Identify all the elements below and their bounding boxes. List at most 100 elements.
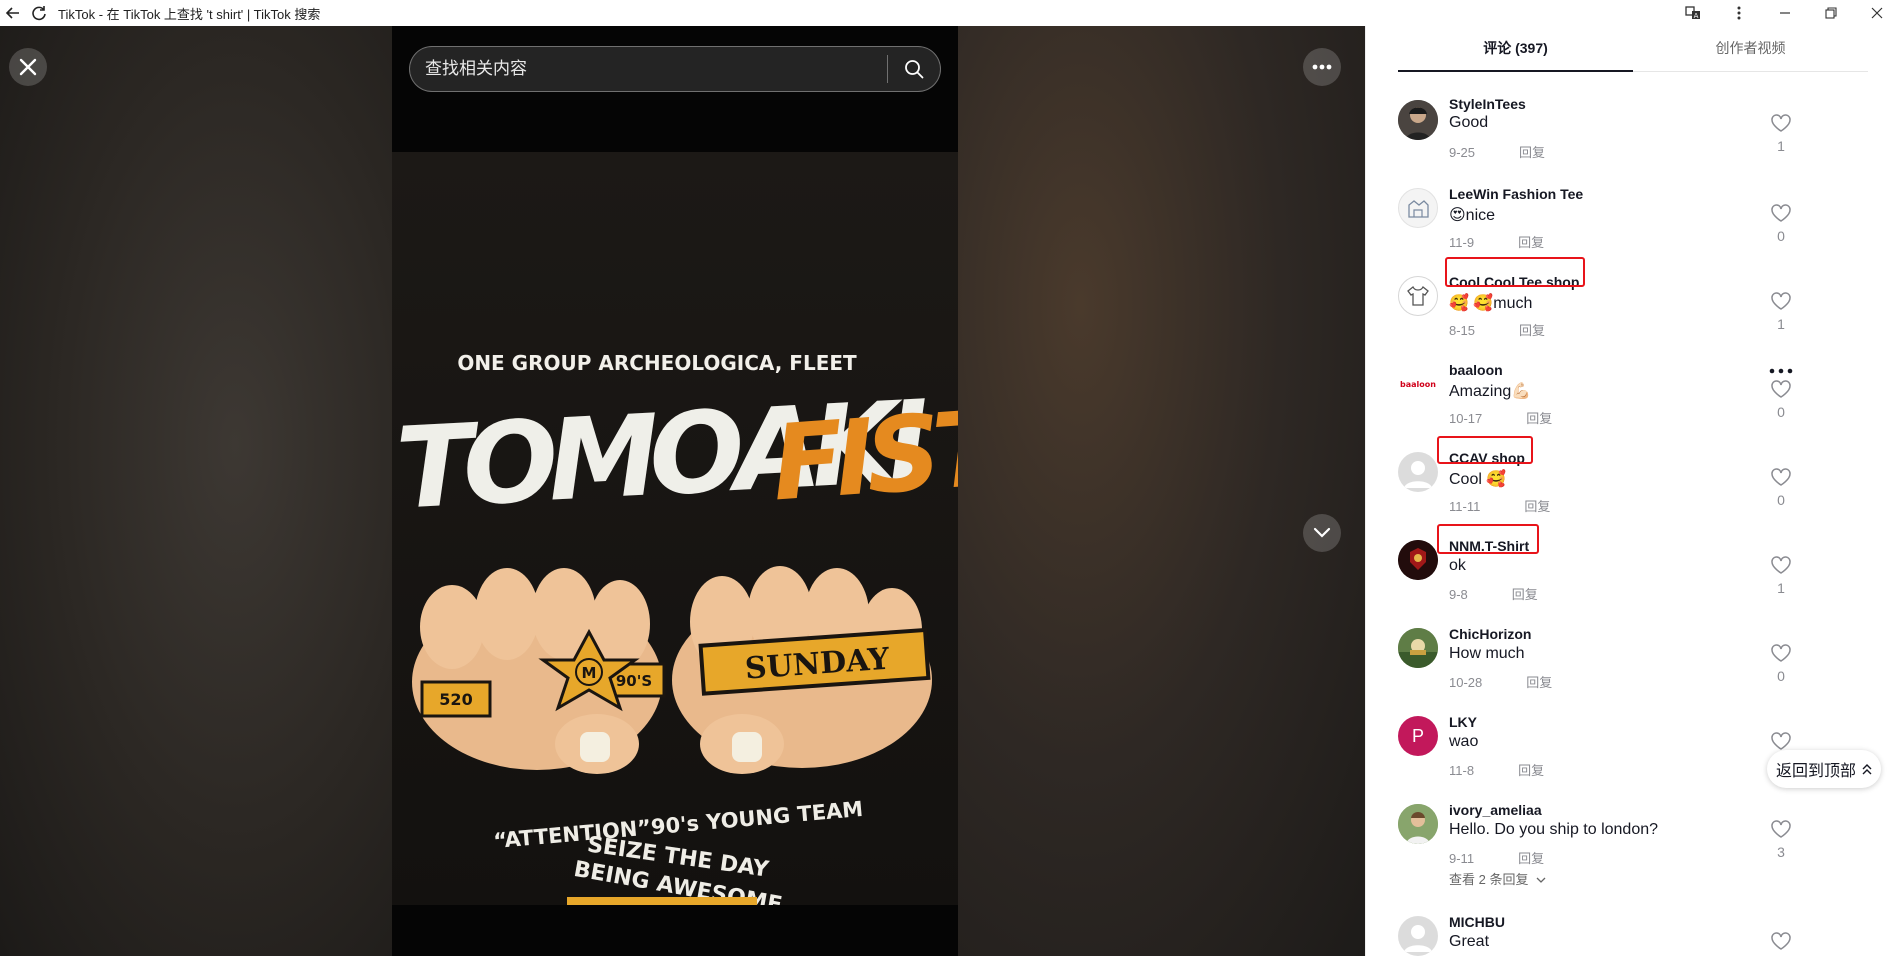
comment-date: 9-11 xyxy=(1449,851,1475,866)
heart-icon[interactable] xyxy=(1768,204,1794,224)
comment-date: 8-15 xyxy=(1449,323,1476,338)
heart-icon[interactable] xyxy=(1768,114,1794,134)
avatar[interactable]: baaloon xyxy=(1398,364,1438,404)
reply-button[interactable]: 回复 xyxy=(1526,411,1552,426)
comment-text: Great xyxy=(1449,933,1490,950)
more-dots-icon xyxy=(1312,64,1332,70)
avatar[interactable] xyxy=(1398,188,1438,228)
reply-button[interactable]: 回复 xyxy=(1518,851,1544,866)
comments-panel: 评论 (397) 创作者视频 StyleInTees Good 9-25 回复 1… xyxy=(1365,26,1900,956)
like-count: 3 xyxy=(1777,844,1785,860)
avatar[interactable] xyxy=(1398,276,1438,316)
comment-item: NNM.T-Shirt ok 9-8 回复 1 xyxy=(1366,524,1900,626)
comment-date: 9-25 xyxy=(1449,145,1476,160)
heart-icon[interactable] xyxy=(1768,732,1794,752)
comment-text: 😍nice xyxy=(1449,207,1496,224)
search-bar xyxy=(409,46,941,92)
left-fist-graphic: 520 90'S M xyxy=(412,568,666,774)
comment-date: 9-8 xyxy=(1449,587,1468,602)
menu-dots-icon[interactable] xyxy=(1716,0,1762,26)
comment-meta: 10-28 回复 xyxy=(1449,672,1552,691)
comment-username[interactable]: ivory_ameliaa xyxy=(1449,802,1542,818)
avatar[interactable] xyxy=(1398,540,1438,580)
comment-username[interactable]: LKY xyxy=(1449,714,1477,730)
search-input[interactable] xyxy=(410,47,887,91)
comment-username[interactable]: ChicHorizon xyxy=(1449,626,1531,642)
comment-item: StyleInTees Good 9-25 回复 1 xyxy=(1366,96,1900,186)
comment-item: ChicHorizon How much 10-28 回复 0 xyxy=(1366,626,1900,714)
window-title: TikTok - 在 TikTok 上查找 't shirt' | TikTok… xyxy=(58,6,321,22)
comment-date: 11-9 xyxy=(1449,235,1475,250)
close-icon xyxy=(19,58,37,76)
video-player[interactable]: ONE GROUP ARCHEOLOGICA, FLEET TOMOAKI FI… xyxy=(392,152,958,905)
comment-meta: 11-11 回复 xyxy=(1449,496,1550,515)
reply-button[interactable]: 回复 xyxy=(1519,323,1545,338)
view-replies-button[interactable]: 查看 2 条回复 xyxy=(1449,869,1546,888)
view-replies-label: 查看 2 条回复 xyxy=(1449,872,1529,887)
comment-text: 🥰 🥰much xyxy=(1449,295,1533,312)
avatar[interactable] xyxy=(1398,100,1438,140)
reply-button[interactable]: 回复 xyxy=(1524,499,1550,514)
comment-text: Good xyxy=(1449,114,1489,131)
comment-text: How much xyxy=(1449,645,1525,662)
comment-item: ivory_ameliaa Hello. Do you ship to lond… xyxy=(1366,802,1900,912)
tab-comments[interactable]: 评论 (397) xyxy=(1398,26,1633,72)
like-count: 1 xyxy=(1777,138,1785,154)
avatar[interactable] xyxy=(1398,916,1438,956)
avatar[interactable]: P xyxy=(1398,716,1438,756)
heart-icon[interactable] xyxy=(1768,468,1794,488)
comment-more-icon[interactable] xyxy=(1767,364,1795,378)
ring-520: 520 xyxy=(439,690,472,709)
restore-icon[interactable] xyxy=(1808,0,1854,26)
minimize-icon[interactable] xyxy=(1762,0,1808,26)
like-count: 1 xyxy=(1777,580,1785,596)
svg-text:A: A xyxy=(1694,12,1699,20)
heart-icon[interactable] xyxy=(1768,292,1794,312)
back-to-top-button[interactable]: 返回到顶部 xyxy=(1767,750,1881,788)
ring-90s: 90'S xyxy=(616,672,652,690)
comment-meta: 9-25 回复 xyxy=(1449,142,1545,161)
heart-icon[interactable] xyxy=(1768,932,1794,952)
right-fist-graphic: SUNDAY xyxy=(672,566,932,774)
more-options-button[interactable] xyxy=(1303,48,1341,86)
avatar-letter: P xyxy=(1411,725,1424,746)
comment-username[interactable]: baaloon xyxy=(1449,362,1503,378)
comment-list[interactable]: StyleInTees Good 9-25 回复 1 LeeWin Fashion… xyxy=(1366,72,1900,956)
like-count: 0 xyxy=(1777,228,1785,244)
comment-meta: 10-17 回复 xyxy=(1449,408,1552,427)
avatar[interactable] xyxy=(1398,804,1438,844)
heart-icon[interactable] xyxy=(1768,644,1794,664)
comment-text: Amazing💪🏻 xyxy=(1449,383,1532,400)
tab-creator-videos[interactable]: 创作者视频 xyxy=(1633,26,1868,71)
reload-icon[interactable] xyxy=(26,0,52,26)
comment-username[interactable]: MICHBU xyxy=(1449,914,1505,930)
reply-button[interactable]: 回复 xyxy=(1518,235,1544,250)
reply-button[interactable]: 回复 xyxy=(1512,587,1538,602)
comment-username[interactable]: LeeWin Fashion Tee xyxy=(1449,186,1583,202)
reply-button[interactable]: 回复 xyxy=(1519,145,1545,160)
reply-button[interactable]: 回复 xyxy=(1526,675,1552,690)
back-to-top-label: 返回到顶部 xyxy=(1775,763,1856,780)
comment-text: Cool 🥰 xyxy=(1449,471,1507,488)
comment-meta: 11-8 回复 xyxy=(1449,760,1544,779)
comment-meta: 11-9 回复 xyxy=(1449,232,1544,251)
close-video-button[interactable] xyxy=(9,48,47,86)
search-icon[interactable] xyxy=(888,47,940,91)
back-arrow-icon[interactable] xyxy=(0,0,26,26)
video-stage: ONE GROUP ARCHEOLOGICA, FLEET TOMOAKI FI… xyxy=(0,26,1365,956)
next-video-button[interactable] xyxy=(1303,514,1341,552)
translate-icon[interactable]: A xyxy=(1670,0,1716,26)
avatar[interactable] xyxy=(1398,628,1438,668)
close-window-icon[interactable] xyxy=(1854,0,1900,26)
shirt-word-fist: FIST xyxy=(768,386,958,524)
heart-icon[interactable] xyxy=(1768,380,1794,400)
comment-meta: 8-15 回复 xyxy=(1449,320,1545,339)
heart-icon[interactable] xyxy=(1768,556,1794,576)
comment-username[interactable]: StyleInTees xyxy=(1449,96,1526,112)
like-count: 0 xyxy=(1777,492,1785,508)
shirt-line-1: ONE GROUP ARCHEOLOGICA, FLEET xyxy=(457,351,857,375)
avatar[interactable] xyxy=(1398,452,1438,492)
heart-icon[interactable] xyxy=(1768,820,1794,840)
reply-button[interactable]: 回复 xyxy=(1518,763,1544,778)
comment-meta: 9-11 回复 xyxy=(1449,848,1544,867)
